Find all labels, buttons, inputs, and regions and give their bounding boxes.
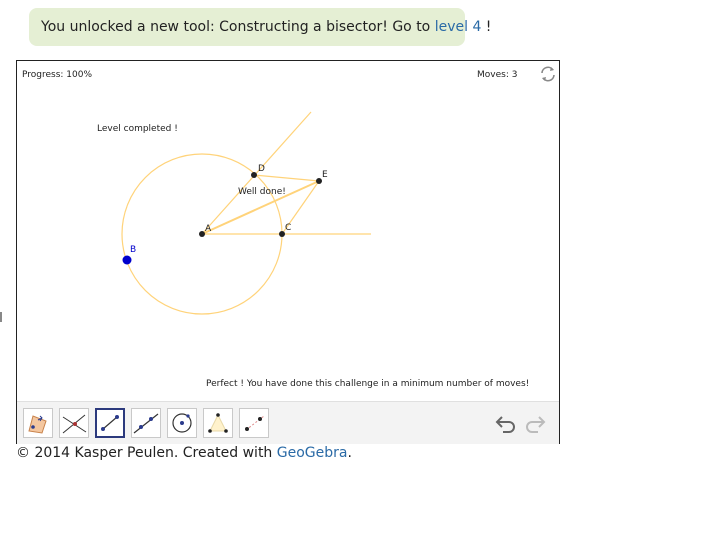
footer: © 2014 Kasper Peulen. Created with GeoGe… <box>16 445 352 461</box>
line-icon <box>133 413 159 434</box>
level-completed-text: Level completed ! <box>97 124 178 134</box>
moves-counter: Moves: 3 <box>477 70 518 80</box>
point-b[interactable] <box>122 255 132 265</box>
tool-bar <box>17 401 559 444</box>
unlock-banner: You unlocked a new tool: Constructing a … <box>29 8 491 46</box>
label-d: D <box>258 164 265 174</box>
progress-indicator: Progress: 100% <box>22 70 93 80</box>
intersect-tool[interactable] <box>59 408 89 438</box>
bisector-tool[interactable] <box>203 408 233 438</box>
label-c: C <box>285 223 291 233</box>
point-d[interactable] <box>251 172 257 178</box>
move-tool[interactable] <box>23 408 53 438</box>
ray-tool[interactable] <box>239 408 269 438</box>
circle-tool[interactable] <box>167 408 197 438</box>
footer-text-end: . <box>347 445 352 461</box>
angle-bisector-icon <box>208 413 228 433</box>
label-a: A <box>205 224 212 234</box>
refresh-icon[interactable] <box>539 65 557 83</box>
move-polygon-icon <box>28 415 47 434</box>
ray-icon <box>245 415 265 431</box>
label-e: E <box>322 170 328 180</box>
footer-text: © 2014 Kasper Peulen. Created with <box>16 445 277 461</box>
segment-de <box>253 174 320 182</box>
edge-marker <box>0 312 2 322</box>
redo-icon[interactable] <box>523 412 547 434</box>
banner-text: You unlocked a new tool: Constructing a … <box>41 19 435 35</box>
undo-icon[interactable] <box>494 412 518 434</box>
perfect-text: Perfect ! You have done this challenge i… <box>206 379 529 389</box>
geogebra-link[interactable]: GeoGebra <box>277 445 348 461</box>
segment-icon <box>101 415 119 431</box>
line-tool[interactable] <box>131 408 161 438</box>
level-link[interactable]: level 4 <box>435 19 482 35</box>
geogebra-applet: A B C D E Level completed ! Well done! P… <box>16 60 560 444</box>
segment-tool[interactable] <box>95 408 125 438</box>
circle-icon <box>172 413 192 433</box>
intersect-icon <box>62 414 87 434</box>
label-b: B <box>130 245 136 255</box>
graphics-view[interactable]: A B C D E Level completed ! Well done! P… <box>17 61 559 401</box>
banner-text-end: ! <box>481 19 492 35</box>
well-done-text: Well done! <box>238 187 286 197</box>
